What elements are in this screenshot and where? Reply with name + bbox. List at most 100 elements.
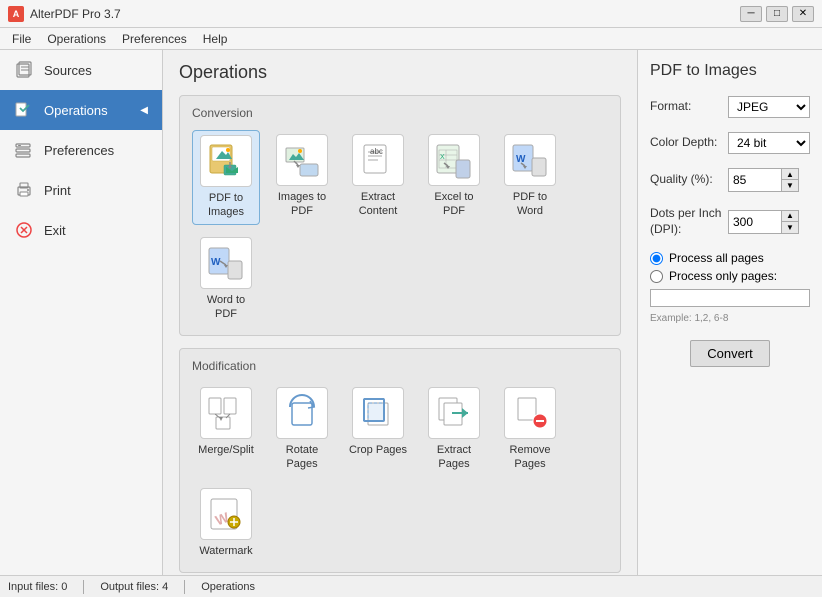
sidebar-item-operations[interactable]: Operations ◀ [0, 90, 162, 130]
menu-bar: File Operations Preferences Help [0, 28, 822, 50]
panel-title: PDF to Images [650, 62, 810, 80]
pages-example: Example: 1,2, 6-8 [650, 313, 810, 324]
process-only-radio[interactable] [650, 270, 663, 283]
preferences-label: Preferences [44, 143, 114, 158]
sidebar-item-print[interactable]: Print [0, 170, 162, 210]
pdf-to-word-label: PDF toWord [513, 190, 547, 219]
word-to-pdf-icon: W [200, 237, 252, 289]
content-area: Operations Conversion [163, 50, 637, 575]
pages-input[interactable] [650, 289, 810, 307]
conversion-section: Conversion [179, 95, 621, 336]
output-files-status: Output files: 4 [100, 581, 168, 593]
op-pdf-to-word[interactable]: W PDF toWord [496, 130, 564, 225]
remove-pages-icon [504, 387, 556, 439]
quality-row: Quality (%): ▲ ▼ [650, 168, 810, 192]
operations-label: Operations [44, 103, 108, 118]
sidebar-item-sources[interactable]: Sources [0, 50, 162, 90]
watermark-icon: W [200, 488, 252, 540]
quality-input[interactable] [729, 169, 781, 191]
close-button[interactable]: ✕ [792, 6, 814, 22]
app-icon: A [8, 6, 24, 22]
svg-text:abc: abc [370, 147, 383, 156]
convert-button[interactable]: Convert [690, 340, 770, 367]
preferences-icon [14, 140, 34, 160]
menu-file[interactable]: File [4, 30, 39, 48]
menu-operations[interactable]: Operations [39, 30, 114, 48]
print-icon [14, 180, 34, 200]
color-depth-select[interactable]: 24 bit 8 bit 4 bit 1 bit [728, 132, 810, 154]
op-images-to-pdf[interactable]: Images toPDF [268, 130, 336, 225]
pdf-to-images-icon [200, 135, 252, 187]
title-bar: A AlterPDF Pro 3.7 ─ □ ✕ [0, 0, 822, 28]
dpi-row: Dots per Inch(DPI): ▲ ▼ [650, 206, 810, 237]
dpi-control: ▲ ▼ [728, 210, 810, 234]
menu-help[interactable]: Help [195, 30, 236, 48]
dpi-up-button[interactable]: ▲ [782, 211, 798, 222]
quality-down-button[interactable]: ▼ [782, 180, 798, 191]
right-panel: PDF to Images Format: JPEG PNG BMP TIFF … [637, 50, 822, 575]
conversion-grid: PDF toImages Images toPDF [192, 130, 608, 325]
dpi-input[interactable] [729, 211, 781, 233]
modification-title: Modification [192, 359, 608, 373]
crop-pages-icon [352, 387, 404, 439]
operations-arrow: ◀ [140, 105, 148, 116]
op-watermark[interactable]: W Watermark [192, 484, 260, 562]
sources-icon [14, 60, 34, 80]
excel-to-pdf-icon: X [428, 134, 480, 186]
format-control: JPEG PNG BMP TIFF GIF [728, 96, 810, 118]
process-all-label: Process all pages [669, 251, 764, 265]
modification-section: Modification Merge/Split [179, 348, 621, 573]
status-separator-2 [184, 580, 185, 594]
quality-label: Quality (%): [650, 172, 722, 188]
modification-grid: Merge/Split RotatePages [192, 383, 608, 562]
merge-split-label: Merge/Split [198, 443, 254, 457]
process-only-row: Process only pages: [650, 269, 810, 283]
extract-content-icon: abc [352, 134, 404, 186]
operations-icon [14, 100, 34, 120]
dpi-down-button[interactable]: ▼ [782, 222, 798, 233]
extract-pages-label: ExtractPages [437, 443, 471, 472]
sidebar: Sources Operations ◀ Preferences [0, 50, 163, 575]
sidebar-item-preferences[interactable]: Preferences [0, 130, 162, 170]
exit-label: Exit [44, 223, 66, 238]
format-row: Format: JPEG PNG BMP TIFF GIF [650, 96, 810, 118]
dpi-spinner-btns: ▲ ▼ [781, 211, 798, 233]
content-title: Operations [179, 62, 621, 83]
op-extract-content[interactable]: abc ExtractContent [344, 130, 412, 225]
pdf-to-images-label: PDF toImages [208, 191, 244, 220]
color-depth-row: Color Depth: 24 bit 8 bit 4 bit 1 bit [650, 132, 810, 154]
quality-spinner: ▲ ▼ [728, 168, 799, 192]
images-to-pdf-label: Images toPDF [278, 190, 326, 219]
svg-text:W: W [211, 257, 221, 268]
op-excel-to-pdf[interactable]: X Excel toPDF [420, 130, 488, 225]
op-extract-pages[interactable]: ExtractPages [420, 383, 488, 476]
extract-content-label: ExtractContent [359, 190, 398, 219]
color-depth-label: Color Depth: [650, 135, 722, 151]
op-remove-pages[interactable]: RemovePages [496, 383, 564, 476]
minimize-button[interactable]: ─ [740, 6, 762, 22]
conversion-title: Conversion [192, 106, 608, 120]
crop-pages-label: Crop Pages [349, 443, 407, 457]
pdf-to-word-icon: W [504, 134, 556, 186]
status-separator-1 [83, 580, 84, 594]
main-layout: Sources Operations ◀ Preferences [0, 50, 822, 575]
op-crop-pages[interactable]: Crop Pages [344, 383, 412, 476]
exit-icon [14, 220, 34, 240]
extract-pages-icon [428, 387, 480, 439]
op-rotate-pages[interactable]: RotatePages [268, 383, 336, 476]
format-select[interactable]: JPEG PNG BMP TIFF GIF [728, 96, 810, 118]
process-only-label: Process only pages: [669, 269, 777, 283]
quality-up-button[interactable]: ▲ [782, 169, 798, 180]
op-merge-split[interactable]: Merge/Split [192, 383, 260, 476]
svg-text:X: X [440, 154, 445, 161]
op-pdf-to-images[interactable]: PDF toImages [192, 130, 260, 225]
process-all-row: Process all pages [650, 251, 810, 265]
remove-pages-label: RemovePages [510, 443, 551, 472]
menu-preferences[interactable]: Preferences [114, 30, 195, 48]
process-all-radio[interactable] [650, 252, 663, 265]
maximize-button[interactable]: □ [766, 6, 788, 22]
format-label: Format: [650, 99, 722, 115]
merge-split-icon [200, 387, 252, 439]
op-word-to-pdf[interactable]: W Word toPDF [192, 233, 260, 326]
sidebar-item-exit[interactable]: Exit [0, 210, 162, 250]
